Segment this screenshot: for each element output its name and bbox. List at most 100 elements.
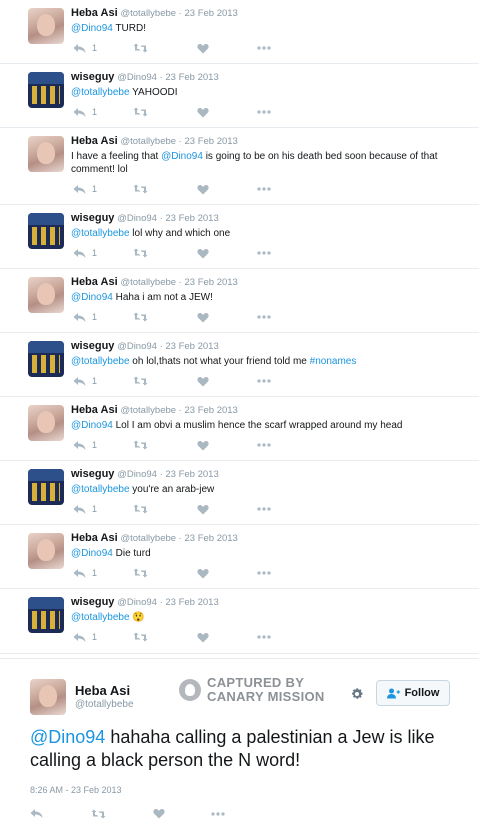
avatar[interactable] — [28, 136, 64, 172]
reply-button[interactable]: 1 — [73, 568, 133, 579]
tweet-actions: 1 — [73, 105, 271, 119]
follow-button[interactable]: Follow — [376, 680, 450, 706]
tweet-header: Heba Asi @totallybebe · 23 Feb 2013 — [71, 276, 471, 289]
reply-button[interactable]: 1 — [73, 376, 133, 387]
author-name[interactable]: wiseguy — [71, 596, 114, 608]
mention-link[interactable]: @totallybebe — [71, 612, 130, 623]
author-name[interactable]: Heba Asi — [75, 683, 130, 698]
more-button[interactable] — [257, 315, 271, 319]
like-button[interactable] — [153, 808, 211, 819]
retweet-button[interactable] — [133, 107, 197, 117]
retweet-button[interactable] — [133, 376, 197, 386]
more-button[interactable] — [257, 187, 271, 191]
author-name[interactable]: wiseguy — [71, 71, 114, 83]
author-name[interactable]: wiseguy — [71, 340, 114, 352]
reply-icon — [73, 632, 86, 642]
thread-tweet: Heba Asi @totallybebe · 23 Feb 2013 @Dino… — [0, 269, 479, 333]
mention-link[interactable]: @totallybebe — [71, 356, 130, 367]
reply-icon — [73, 504, 86, 514]
reply-button[interactable]: 1 — [73, 248, 133, 259]
avatar[interactable] — [28, 597, 64, 633]
reply-button[interactable] — [30, 808, 91, 819]
tweet-actions: 1 — [73, 566, 271, 580]
reply-button[interactable]: 1 — [73, 504, 133, 515]
retweet-button[interactable] — [133, 568, 197, 578]
more-button[interactable] — [257, 46, 271, 50]
retweet-button[interactable] — [133, 248, 197, 258]
more-button[interactable] — [257, 110, 271, 114]
tweet-actions: 1 — [73, 41, 271, 55]
author-name[interactable]: Heba Asi — [71, 532, 118, 544]
like-button[interactable] — [197, 504, 257, 515]
avatar[interactable] — [28, 405, 64, 441]
avatar[interactable] — [28, 277, 64, 313]
reply-button[interactable]: 1 — [73, 312, 133, 323]
like-button[interactable] — [197, 632, 257, 643]
mention-link[interactable]: @Dino94 — [71, 548, 113, 559]
mention-link[interactable]: @totallybebe — [71, 228, 130, 239]
thread-tweet: wiseguy @Dino94 · 23 Feb 2013 @totallybeb… — [0, 589, 479, 654]
heart-icon — [197, 632, 209, 642]
hashtag-link[interactable]: #nonames — [310, 356, 357, 367]
mention-link[interactable]: @Dino94 — [71, 420, 113, 431]
author-name[interactable]: Heba Asi — [71, 135, 118, 147]
like-button[interactable] — [197, 376, 257, 387]
reply-button[interactable]: 1 — [73, 43, 133, 54]
avatar[interactable] — [28, 341, 64, 377]
more-button[interactable] — [257, 571, 271, 575]
mention-link[interactable]: @Dino94 — [30, 727, 105, 747]
retweet-button[interactable] — [133, 440, 197, 450]
tweet-text: @Dino94 Die turd — [71, 547, 471, 560]
more-button[interactable] — [257, 507, 271, 511]
tweet-header: wiseguy @Dino94 · 23 Feb 2013 — [71, 596, 471, 609]
mention-link[interactable]: @totallybebe — [71, 484, 130, 495]
author-name[interactable]: Heba Asi — [71, 7, 118, 19]
retweet-icon — [133, 632, 148, 642]
like-button[interactable] — [197, 440, 257, 451]
retweet-button[interactable] — [133, 504, 197, 514]
reply-button[interactable]: 1 — [73, 632, 133, 643]
author-name[interactable]: wiseguy — [71, 212, 114, 224]
mention-link[interactable]: @Dino94 — [161, 151, 203, 162]
avatar[interactable] — [28, 72, 64, 108]
mention-link[interactable]: @Dino94 — [71, 23, 113, 34]
author-name[interactable]: Heba Asi — [71, 404, 118, 416]
avatar[interactable] — [28, 8, 64, 44]
more-button[interactable] — [257, 635, 271, 639]
reply-button[interactable]: 1 — [73, 440, 133, 451]
reply-button[interactable]: 1 — [73, 107, 133, 118]
avatar[interactable] — [30, 679, 66, 715]
like-button[interactable] — [197, 43, 257, 54]
like-button[interactable] — [197, 184, 257, 195]
more-button[interactable] — [257, 251, 271, 255]
like-button[interactable] — [197, 568, 257, 579]
like-button[interactable] — [197, 312, 257, 323]
more-button[interactable] — [211, 811, 225, 816]
retweet-button[interactable] — [133, 312, 197, 322]
reply-button[interactable]: 1 — [73, 184, 133, 195]
retweet-button[interactable] — [133, 43, 197, 53]
like-button[interactable] — [197, 248, 257, 259]
more-button[interactable] — [257, 443, 271, 447]
retweet-button[interactable] — [133, 632, 197, 642]
avatar[interactable] — [28, 213, 64, 249]
author-name[interactable]: Heba Asi — [71, 276, 118, 288]
gear-icon[interactable] — [350, 687, 364, 706]
tweet-header: wiseguy @Dino94 · 23 Feb 2013 — [71, 468, 471, 481]
author-meta: @totallybebe · 23 Feb 2013 — [120, 533, 238, 544]
mention-link[interactable]: @totallybebe — [71, 87, 130, 98]
avatar[interactable] — [28, 469, 64, 505]
retweet-button[interactable] — [91, 809, 153, 819]
tweet-timestamp[interactable]: 8:26 AM - 23 Feb 2013 — [30, 785, 122, 795]
tweet-text: @Dino94 Lol I am obvi a muslim hence the… — [71, 419, 471, 432]
mention-link[interactable]: @Dino94 — [71, 292, 113, 303]
retweet-button[interactable] — [133, 184, 197, 194]
author-name[interactable]: wiseguy — [71, 468, 114, 480]
more-button[interactable] — [257, 379, 271, 383]
author-handle[interactable]: @totallybebe — [75, 699, 134, 710]
like-button[interactable] — [197, 107, 257, 118]
reply-icon — [73, 312, 86, 322]
avatar[interactable] — [28, 533, 64, 569]
main-tweet: Heba Asi @totallybebe CAPTURED BY CANARY… — [0, 658, 479, 827]
reply-icon — [73, 107, 86, 117]
